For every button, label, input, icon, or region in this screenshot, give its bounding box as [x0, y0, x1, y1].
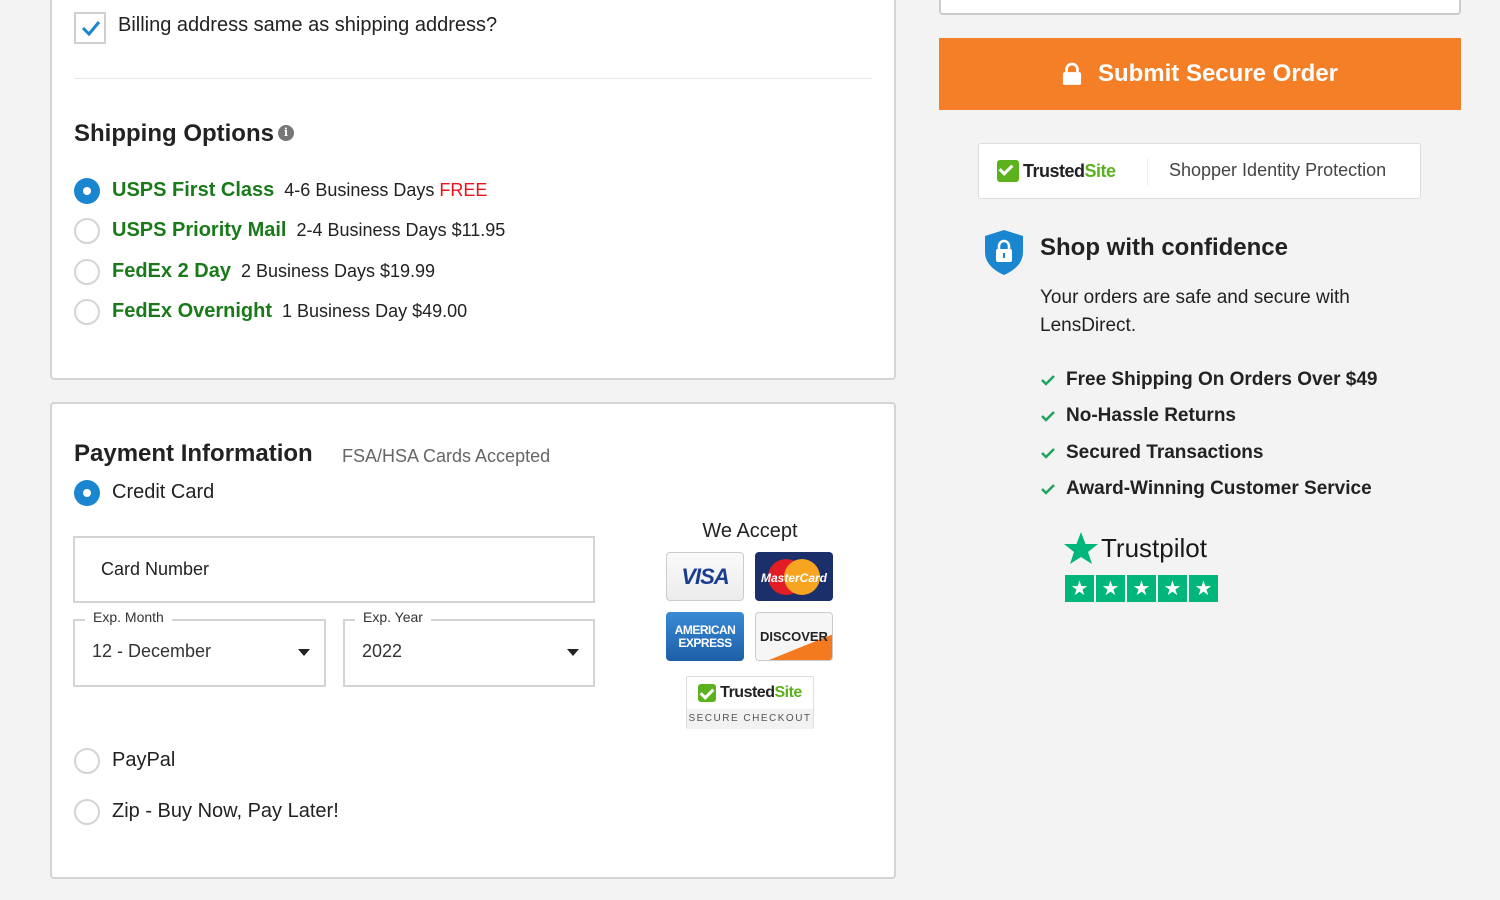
shipping-option-usps-first-class[interactable]: USPS First Class 4-6 Business Days FREE — [112, 179, 487, 202]
mastercard-icon: MasterCard — [761, 558, 828, 595]
benefit-text: Free Shipping On Orders Over $49 — [1066, 369, 1378, 390]
benefit-text: No-Hassle Returns — [1066, 405, 1236, 426]
lock-icon — [1062, 62, 1082, 85]
shipping-option-name: USPS First Class — [112, 179, 275, 201]
check-icon — [1041, 484, 1055, 495]
star-icon: ★ — [1127, 575, 1156, 602]
ts-brand-b: Site — [774, 684, 802, 701]
visa-card-logo: VISA — [666, 552, 744, 601]
badge-separator — [1147, 158, 1148, 186]
trustpilot-rating-stars: ★ ★ ★ ★ ★ — [1065, 575, 1218, 602]
star-icon: ★ — [1096, 575, 1125, 602]
caret-down-icon — [298, 649, 310, 656]
checkmark-icon — [81, 21, 101, 37]
star-icon: ★ — [1158, 575, 1187, 602]
payment-subtitle: FSA/HSA Cards Accepted — [342, 446, 551, 466]
shipping-radio-usps-first-class[interactable] — [74, 178, 100, 204]
check-icon — [1041, 375, 1055, 386]
shipping-option-name: FedEx 2 Day — [112, 260, 231, 282]
shipping-option-detail: 2 Business Days — [240, 261, 376, 281]
star-icon: ★ — [1189, 575, 1218, 602]
shipping-option-detail: 4-6 Business Days — [284, 180, 435, 200]
benefit-item: Secured Transactions — [1040, 442, 1263, 464]
shipping-option-price: $11.95 — [451, 220, 506, 240]
amex-line1: AMERICAN — [674, 622, 736, 637]
shipping-option-detail: 1 Business Day — [282, 301, 408, 321]
card-number-placeholder: Card Number — [101, 559, 210, 579]
trustpilot-wordmark: Trustpilot — [1101, 532, 1207, 563]
check-icon — [1041, 411, 1055, 422]
check-icon — [1041, 448, 1055, 459]
submit-secure-order-button[interactable]: Submit Secure Order — [939, 38, 1461, 110]
amex-line2: EXPRESS — [678, 635, 732, 650]
benefit-item: Free Shipping On Orders Over $49 — [1040, 369, 1378, 391]
exp-year-value: 2022 — [362, 641, 403, 661]
trustedsite-shopper-protection-badge[interactable]: TrustedSite Shopper Identity Protection — [978, 143, 1421, 199]
exp-year-select[interactable]: Exp. Year 2022 — [343, 609, 595, 687]
ts-brand-a: Trusted — [720, 684, 775, 701]
discover-card-logo: DISCOVER — [755, 612, 833, 661]
info-icon[interactable]: i — [277, 124, 294, 141]
shipping-radio-usps-priority-mail[interactable] — [74, 218, 100, 244]
trustpilot-star-icon — [1064, 532, 1098, 564]
order-summary-box — [939, 0, 1461, 15]
shipping-option-name: FedEx Overnight — [112, 300, 273, 322]
exp-month-select[interactable]: Exp. Month 12 - December — [73, 609, 326, 687]
trustedsite-secure-checkout-badge[interactable]: TrustedSite SECURE CHECKOUT — [686, 676, 814, 729]
trustpilot-logo[interactable]: Trustpilot — [1063, 531, 1207, 565]
shipping-option-fedex-overnight[interactable]: FedEx Overnight 1 Business Day $49.00 — [112, 300, 467, 323]
amex-text: AMERICAN EXPRESS — [674, 622, 736, 650]
visa-text: VISA — [681, 563, 729, 589]
shipping-option-usps-priority-mail[interactable]: USPS Priority Mail 2-4 Business Days $11… — [112, 219, 505, 242]
shipping-radio-fedex-2-day[interactable] — [74, 259, 100, 285]
shopper-identity-protection-text: Shopper Identity Protection — [1169, 160, 1387, 180]
shipping-option-price: $19.99 — [380, 261, 436, 281]
trustedsite-check-icon — [997, 160, 1019, 182]
shop-with-confidence-text: Your orders are safe and secure with Len… — [1040, 287, 1350, 336]
svg-text:MasterCard: MasterCard — [761, 571, 828, 585]
trustedsite-wordmark: TrustedSite — [1023, 161, 1116, 182]
mastercard-card-logo: MasterCard — [755, 552, 833, 601]
payment-information-title: Payment Information — [74, 440, 313, 467]
caret-down-icon — [567, 649, 579, 656]
secure-checkout-caption: SECURE CHECKOUT — [687, 709, 813, 729]
card-number-input[interactable]: Card Number — [73, 536, 595, 603]
payment-radio-zip[interactable] — [74, 799, 100, 825]
shipping-option-detail: 2-4 Business Days — [296, 220, 447, 240]
billing-same-label[interactable]: Billing address same as shipping address… — [118, 14, 497, 37]
shipping-options-title: Shipping Options i — [74, 120, 294, 148]
submit-label: Submit Secure Order — [1097, 60, 1339, 87]
benefit-text: Award-Winning Customer Service — [1066, 478, 1372, 499]
amex-card-logo: AMERICAN EXPRESS — [666, 612, 744, 661]
shipping-options-title-text: Shipping Options — [74, 120, 274, 147]
star-icon: ★ — [1065, 575, 1094, 602]
benefit-text: Secured Transactions — [1066, 442, 1264, 463]
trustedsite-wordmark: TrustedSite — [720, 684, 802, 702]
trustedsite-check-icon — [698, 684, 717, 702]
we-accept-title: We Accept — [702, 520, 798, 542]
billing-same-checkbox[interactable] — [74, 12, 106, 44]
payment-label-credit-card[interactable]: Credit Card — [112, 481, 214, 504]
shipping-radio-fedex-overnight[interactable] — [74, 299, 100, 325]
shipping-option-name: USPS Priority Mail — [112, 219, 287, 241]
payment-radio-credit-card[interactable] — [74, 480, 100, 506]
divider — [74, 78, 872, 79]
discover-text: DISCOVER — [760, 629, 828, 644]
shipping-option-fedex-2-day[interactable]: FedEx 2 Day 2 Business Days $19.99 — [112, 260, 435, 283]
payment-radio-paypal[interactable] — [74, 748, 100, 774]
benefit-item: Award-Winning Customer Service — [1040, 478, 1372, 500]
shield-lock-icon — [985, 230, 1023, 275]
exp-year-label: Exp. Year — [355, 609, 431, 625]
benefit-item: No-Hassle Returns — [1040, 405, 1236, 427]
exp-month-value: 12 - December — [92, 641, 212, 661]
shipping-option-price: $49.00 — [412, 301, 468, 321]
ts-brand-b: Site — [1084, 160, 1117, 181]
payment-label-paypal[interactable]: PayPal — [112, 749, 175, 772]
exp-month-label: Exp. Month — [85, 609, 172, 625]
shipping-option-price: FREE — [439, 180, 488, 200]
shop-with-confidence-title: Shop with confidence — [1040, 234, 1289, 261]
payment-label-zip[interactable]: Zip - Buy Now, Pay Later! — [112, 800, 339, 823]
ts-brand-a: Trusted — [1023, 160, 1085, 181]
